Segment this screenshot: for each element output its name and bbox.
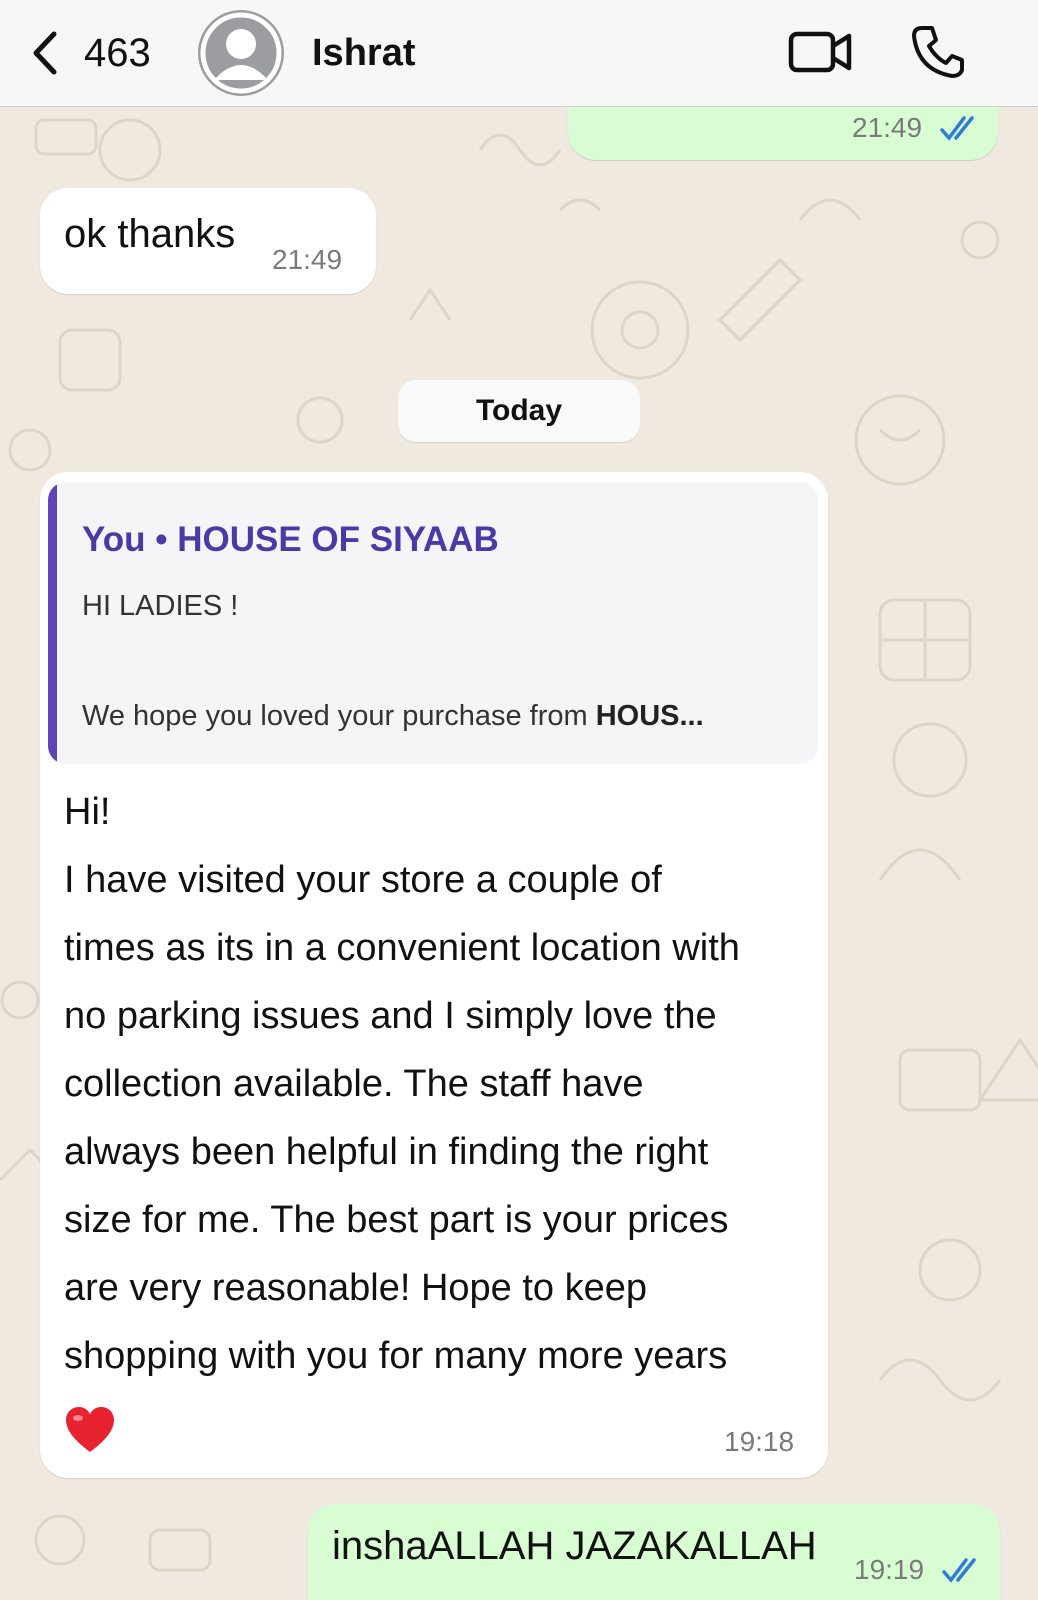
quote-author: You • HOUSE OF SIYAAB (82, 520, 499, 559)
message-text: Hi! I have visited your store a couple o… (64, 778, 814, 1390)
message-line: are very reasonable! Hope to keep (64, 1267, 648, 1309)
message-line: shopping with you for many more years (64, 1335, 728, 1377)
quote-text-line: HI LADIES ! (82, 590, 239, 622)
read-ticks-icon (942, 1558, 976, 1583)
avatar[interactable] (198, 10, 284, 96)
message-line: collection available. The staff have (64, 1063, 644, 1105)
message-line: no parking issues and I simply love the (64, 995, 717, 1037)
message-time: 19:18 (724, 1426, 795, 1457)
read-ticks-icon (940, 116, 974, 141)
message-text: ok thanks (64, 212, 236, 256)
phone-call-icon[interactable] (910, 24, 966, 80)
message-line: times as its in a convenient location wi… (64, 927, 740, 969)
message-line: Hi! (64, 791, 111, 833)
message-time: 21:49 (852, 112, 923, 143)
message-time: 19:19 (854, 1554, 925, 1585)
chevron-left-icon[interactable] (28, 30, 62, 76)
outgoing-message-bubble[interactable]: inshaALLAH JAZAKALLAH 19:19 (308, 1504, 1000, 1600)
incoming-message-bubble[interactable]: ok thanks 21:49 (40, 188, 376, 294)
video-call-icon[interactable] (788, 28, 852, 76)
avatar-icon (200, 12, 282, 94)
heart-emoji-icon (66, 1407, 114, 1452)
quoted-message[interactable]: You • HOUSE OF SIYAAB HI LADIES ! We hop… (48, 482, 818, 764)
quote-text-regular: We hope you loved your purchase from (82, 700, 596, 732)
back-button-unread-count[interactable]: 463 (84, 30, 151, 76)
contact-name[interactable]: Ishrat (312, 30, 415, 76)
message-line: always been helpful in finding the right (64, 1131, 709, 1173)
message-time: 21:49 (272, 244, 343, 275)
quote-accent-bar (48, 482, 57, 764)
date-separator: Today (398, 380, 640, 442)
message-line: I have visited your store a couple of (64, 859, 662, 901)
chat-header: 463 Ishrat (0, 0, 1038, 107)
quote-text-line: We hope you loved your purchase from HOU… (82, 700, 802, 733)
message-line: size for me. The best part is your price… (64, 1199, 729, 1241)
quote-text-bold: HOUS... (595, 700, 704, 732)
incoming-reply-bubble[interactable]: You • HOUSE OF SIYAAB HI LADIES ! We hop… (40, 472, 828, 1478)
message-text: inshaALLAH JAZAKALLAH (332, 1524, 817, 1568)
